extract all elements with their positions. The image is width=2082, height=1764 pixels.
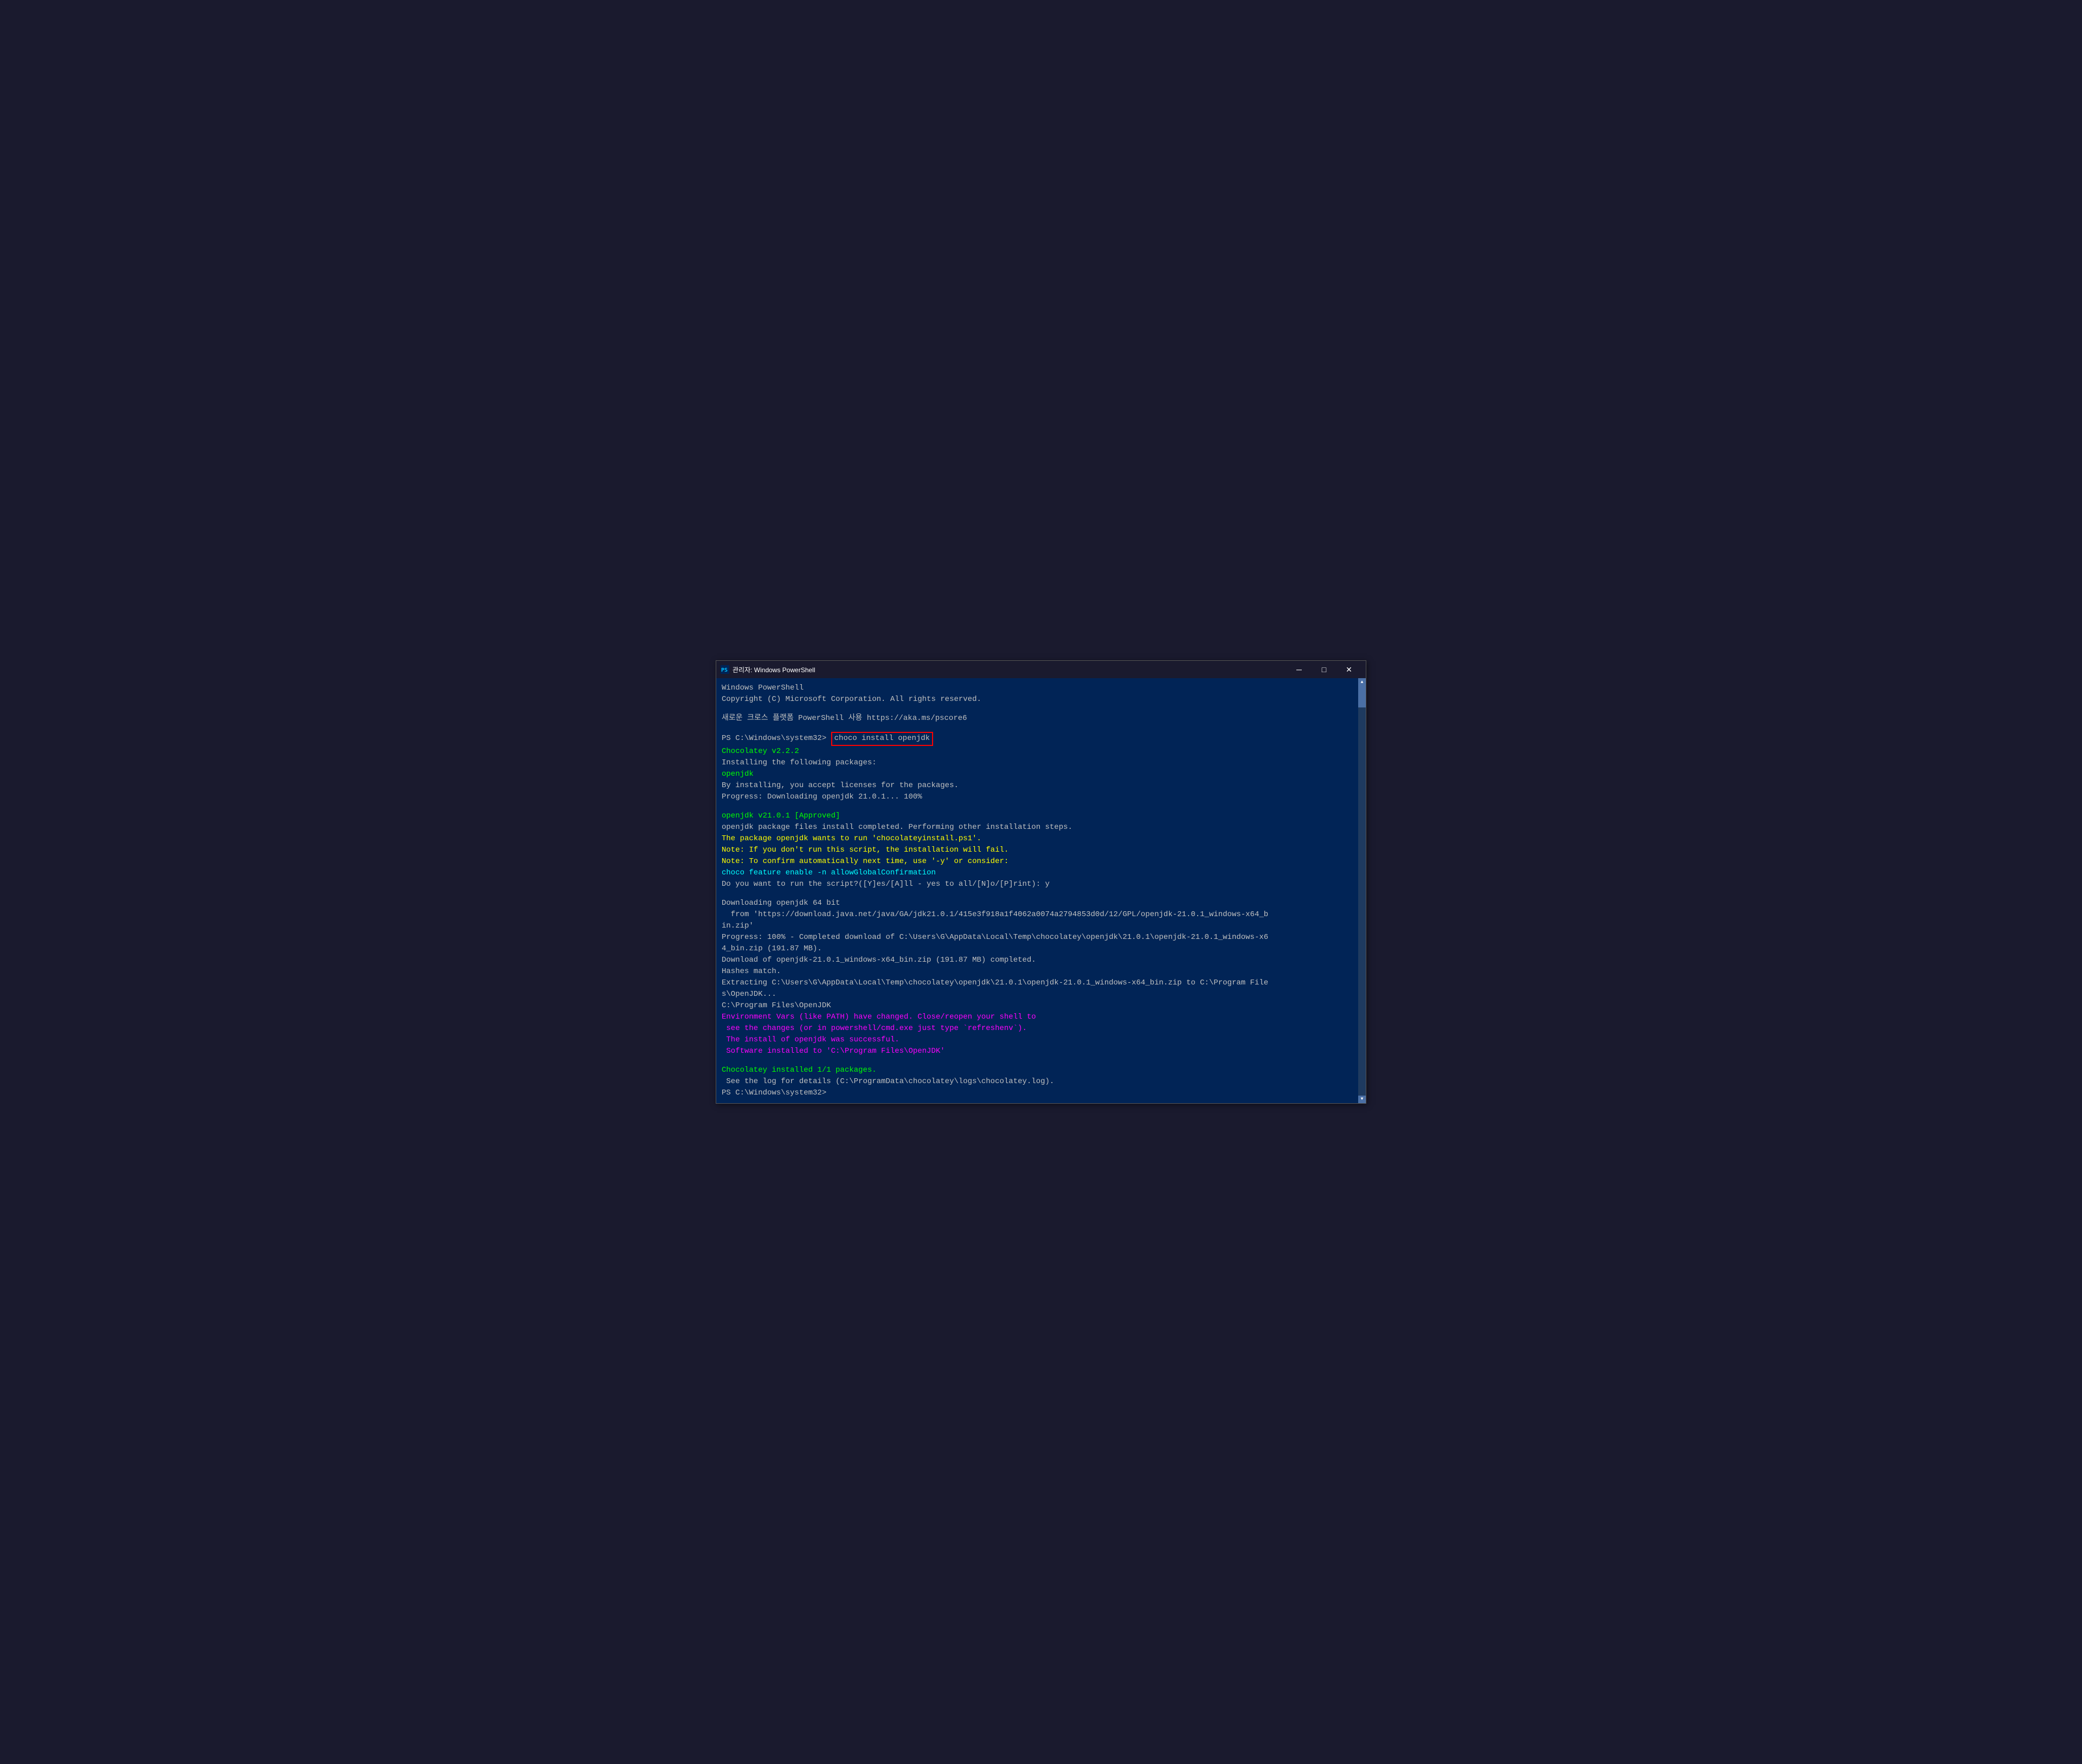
install-success-msg: The install of openjdk was successful. <box>722 1034 1352 1046</box>
package-name: openjdk <box>722 769 1352 780</box>
choco-version: Chocolatey v2.2.2 <box>722 746 1352 757</box>
command-text: choco install openjdk <box>831 732 933 746</box>
hashes-match-msg: Hashes match. <box>722 966 1352 977</box>
choco-installed-msg: Chocolatey installed 1/1 packages. <box>722 1065 1352 1076</box>
from-url-msg: from 'https://download.java.net/java/GA/… <box>722 909 1352 920</box>
final-prompt: PS C:\Windows\system32> <box>722 1087 1352 1099</box>
minimize-button[interactable]: ─ <box>1287 661 1312 678</box>
scroll-up-arrow[interactable]: ▲ <box>1358 678 1366 686</box>
app-icon: PS <box>721 665 729 674</box>
note-confirm-msg: Note: To confirm automatically next time… <box>722 856 1352 867</box>
approved-msg: openjdk v21.0.1 [Approved] <box>722 810 1352 822</box>
installing-msg: Installing the following packages: <box>722 757 1352 769</box>
titlebar: PS 관리자: Windows PowerShell ─ □ ✕ <box>716 661 1366 678</box>
download-complete-msg: Download of openjdk-21.0.1_windows-x64_b… <box>722 955 1352 966</box>
note-fail-msg: Note: If you don't run this script, the … <box>722 845 1352 856</box>
choco-feature-cmd: choco feature enable -n allowGlobalConfi… <box>722 867 1352 879</box>
svg-text:PS: PS <box>721 667 728 673</box>
scrollbar-track[interactable] <box>1358 686 1366 1096</box>
line-3: 새로운 크로스 플랫폼 PowerShell 사용 https://aka.ms… <box>722 713 1352 724</box>
line-1: Windows PowerShell <box>722 683 1352 694</box>
install-complete-msg: openjdk package files install completed.… <box>722 822 1352 833</box>
window-controls: ─ □ ✕ <box>1287 661 1361 678</box>
s-openjdk-msg: s\OpenJDK... <box>722 989 1352 1000</box>
progress-msg: Progress: Downloading openjdk 21.0.1... … <box>722 791 1352 803</box>
run-script-prompt: Do you want to run the script?([Y]es/[A]… <box>722 879 1352 890</box>
bin-zip-msg: 4_bin.zip (191.87 MB). <box>722 943 1352 955</box>
command-line: PS C:\Windows\system32> choco install op… <box>722 732 1352 746</box>
terminal-body[interactable]: Windows PowerShell Copyright (C) Microso… <box>716 678 1366 1103</box>
in-zip-msg: in.zip' <box>722 920 1352 932</box>
line-2: Copyright (C) Microsoft Corporation. All… <box>722 694 1352 705</box>
see-log-msg: See the log for details (C:\ProgramData\… <box>722 1076 1352 1087</box>
progress-complete-msg: Progress: 100% - Completed download of C… <box>722 932 1352 943</box>
scrollbar[interactable]: ▲ ▼ <box>1358 678 1366 1103</box>
software-installed-msg: Software installed to 'C:\Program Files\… <box>722 1046 1352 1057</box>
window-title: 관리자: Windows PowerShell <box>732 665 1283 674</box>
extracting-msg: Extracting C:\Users\G\AppData\Local\Temp… <box>722 977 1352 989</box>
scroll-down-arrow[interactable]: ▼ <box>1358 1096 1366 1103</box>
env-vars-msg: Environment Vars (like PATH) have change… <box>722 1012 1352 1023</box>
program-files-msg: C:\Program Files\OpenJDK <box>722 1000 1352 1012</box>
wants-to-run-msg: The package openjdk wants to run 'chocol… <box>722 833 1352 845</box>
see-changes-msg: see the changes (or in powershell/cmd.ex… <box>722 1023 1352 1034</box>
powershell-window: PS 관리자: Windows PowerShell ─ □ ✕ Windows… <box>716 660 1366 1104</box>
close-button[interactable]: ✕ <box>1336 661 1361 678</box>
downloading-msg: Downloading openjdk 64 bit <box>722 898 1352 909</box>
prompt-text: PS C:\Windows\system32> <box>722 733 831 744</box>
scrollbar-thumb[interactable] <box>1358 686 1366 707</box>
maximize-button[interactable]: □ <box>1312 661 1336 678</box>
terminal-content: Windows PowerShell Copyright (C) Microso… <box>722 683 1360 1099</box>
license-msg: By installing, you accept licenses for t… <box>722 780 1352 791</box>
